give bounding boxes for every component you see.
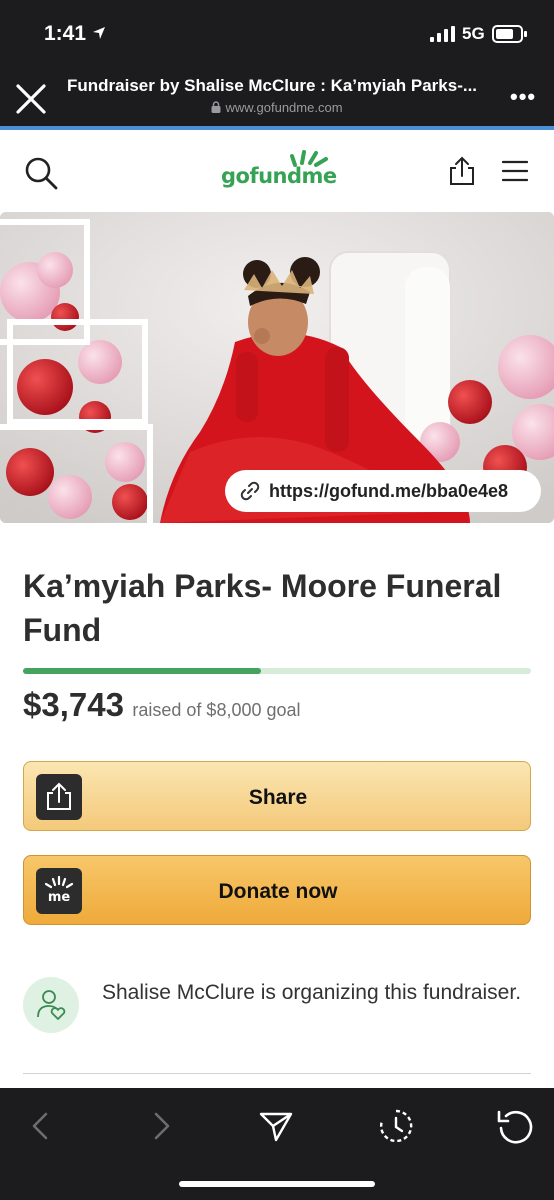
organizer-text: Shalise McClure is organizing this fundr… (102, 981, 522, 1004)
raised-summary: $3,743 raised of $8,000 goal (23, 686, 301, 724)
lock-icon (211, 101, 221, 113)
raised-amount: $3,743 (23, 686, 124, 723)
person-heart-icon (37, 990, 66, 1020)
forward-icon[interactable] (140, 1106, 180, 1146)
funding-progress-bar (23, 668, 531, 674)
location-arrow-icon (93, 27, 105, 39)
browser-url-text: www.gofundme.com (225, 100, 343, 115)
status-bar: 1:41 5G (0, 0, 554, 66)
organizer-avatar (23, 977, 79, 1033)
send-icon[interactable] (256, 1106, 296, 1146)
section-divider (23, 1073, 531, 1074)
funding-progress-fill (23, 668, 261, 674)
battery-icon (492, 25, 527, 43)
site-navbar: gofundme (0, 130, 554, 212)
donate-now-button[interactable]: me Donate now (23, 855, 531, 925)
link-icon (240, 481, 260, 501)
donate-button-label: Donate now (218, 880, 338, 903)
short-link-pill[interactable]: https://gofund.me/bba0e4e8 (225, 470, 541, 512)
gofundme-logo[interactable]: gofundme (218, 150, 338, 190)
goal-text: raised of $8,000 goal (132, 700, 301, 720)
status-time: 1:41 (44, 22, 87, 45)
history-icon[interactable] (376, 1106, 416, 1146)
more-options-icon[interactable]: ••• (510, 84, 536, 110)
share-icon[interactable] (448, 156, 476, 186)
share-button-label: Share (248, 786, 308, 809)
browser-page-title: Fundraiser by Shalise McClure : Ka’myiah… (67, 76, 478, 95)
search-icon[interactable] (24, 156, 58, 190)
short-link-text: https://gofund.me/bba0e4e8 (269, 480, 509, 501)
in-app-browser-header: Fundraiser by Shalise McClure : Ka’myiah… (0, 66, 554, 128)
logo-text: gofundme (221, 164, 337, 188)
hamburger-menu-icon[interactable] (502, 160, 528, 182)
share-button[interactable]: Share (23, 761, 531, 831)
back-icon[interactable] (22, 1106, 62, 1146)
signal-bars-icon (430, 26, 455, 42)
browser-url: www.gofundme.com (0, 100, 554, 115)
campaign-title: Ka’myiah Parks- Moore Funeral Fund (23, 568, 502, 648)
reload-icon[interactable] (494, 1106, 534, 1146)
home-indicator (179, 1181, 375, 1187)
network-type: 5G (462, 24, 485, 43)
